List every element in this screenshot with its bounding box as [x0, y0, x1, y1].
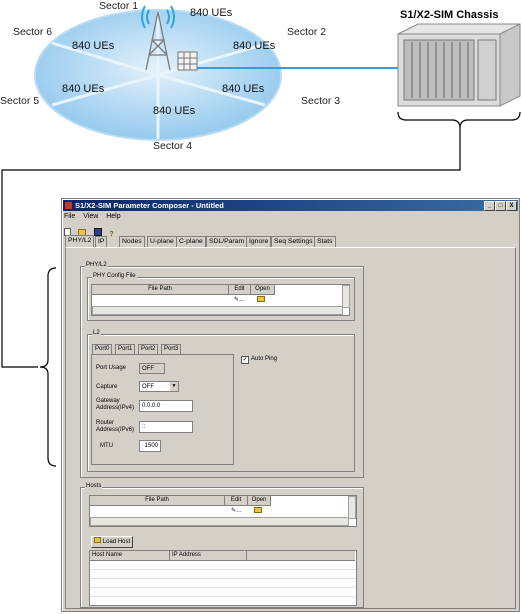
gateway-label-line2: Address(IPv4)	[96, 405, 135, 411]
hosts-table-header-host-name: Host Name	[90, 551, 170, 561]
save-disk-icon[interactable]	[93, 228, 102, 236]
ue-count-sector-1: 840 UEs	[190, 7, 233, 19]
dropdown-arrow-icon[interactable]: ▼	[170, 382, 178, 391]
tab-ip[interactable]: IP	[95, 236, 108, 247]
window-title: S1/X2-SIM Parameter Composer - Untitled	[75, 201, 224, 210]
ue-count-sector-6: 840 UEs	[72, 40, 115, 52]
phy-l2-group-title: PHY/L2	[85, 262, 108, 268]
ue-count-sector-4: 840 UEs	[153, 105, 196, 117]
title-bar[interactable]: S1/X2-SIM Parameter Composer - Untitled …	[63, 200, 518, 211]
tab-port2[interactable]: Port2	[138, 344, 159, 354]
hosts-group-title: Hosts	[85, 483, 103, 489]
sector-6-label: Sector 6	[13, 26, 53, 38]
close-button[interactable]: X	[506, 201, 517, 211]
capture-label: Capture	[96, 384, 118, 390]
l2-group: L2 Port0 Port1 Port2 Port3 Port Usage OF…	[87, 330, 355, 472]
hosts-horizontal-scrollbar[interactable]	[90, 517, 349, 526]
hosts-column-header-file-path: File Path	[90, 496, 225, 506]
sector-1-label: Sector 1	[99, 0, 139, 12]
column-header-file-path: File Path	[92, 285, 229, 295]
horizontal-scrollbar[interactable]	[92, 306, 343, 315]
edit-pencil-icon[interactable]: ✎…	[234, 296, 245, 303]
tab-port0[interactable]: Port0	[92, 344, 113, 354]
tab-ignore[interactable]: Ignore	[246, 236, 272, 247]
menu-file[interactable]: File	[64, 213, 75, 220]
port0-panel: Port Usage OFF Capture OFF ▼ Gateway Addr…	[91, 354, 234, 465]
mtu-label: MTU	[100, 443, 113, 449]
open-folder-icon[interactable]	[257, 296, 265, 302]
phy-l2-group: PHY/L2 PHY Config File File Path Edit Op…	[80, 262, 364, 478]
parameter-composer-window: S1/X2-SIM Parameter Composer - Untitled …	[61, 198, 520, 612]
hosts-group: Hosts File Path Edit Open ✎… Load Host H…	[80, 483, 364, 608]
connector-line	[1, 128, 461, 200]
cell-diagram	[1, 5, 521, 200]
hosts-table-header-ip-address: IP Address	[170, 551, 247, 561]
tab-phy-l2[interactable]: PHY/L2	[65, 235, 95, 247]
sector-5-label: Sector 5	[0, 95, 40, 107]
ue-count-sector-2: 840 UEs	[233, 40, 276, 52]
l2-group-title: L2	[92, 330, 101, 336]
tab-sdl-param[interactable]: SDL/Param	[206, 236, 248, 247]
base-station-box-icon	[177, 51, 198, 71]
load-host-label: Load Host	[102, 539, 131, 545]
tab-u-plane[interactable]: U-plane	[147, 236, 177, 247]
tab-port1[interactable]: Port1	[115, 344, 136, 354]
column-header-open: Open	[251, 285, 275, 295]
port-usage-label: Port Usage	[96, 365, 127, 371]
load-host-folder-icon	[93, 537, 101, 543]
router-label-line1: Router	[96, 420, 115, 426]
ue-count-sector-3: 840 UEs	[222, 83, 265, 95]
app-icon	[65, 202, 72, 209]
auto-ping-label: Auto Ping	[251, 356, 278, 362]
toolbar: ?	[64, 223, 119, 238]
tab-c-plane[interactable]: C-plane	[176, 236, 206, 247]
router-address-input[interactable]: ::	[139, 421, 193, 433]
router-label-line2: Address(IPv6)	[96, 427, 135, 433]
column-header-edit: Edit	[229, 285, 251, 295]
phy-l2-panel: PHY/L2 PHY Config File File Path Edit Op…	[65, 247, 516, 609]
sector-3-label: Sector 3	[301, 95, 341, 107]
capture-select-value: OFF	[142, 384, 154, 390]
hosts-table-body	[90, 561, 356, 605]
ue-count-sector-5: 840 UEs	[62, 83, 105, 95]
hosts-column-header-edit: Edit	[225, 496, 248, 506]
left-brace	[1, 200, 57, 467]
load-host-button[interactable]: Load Host	[91, 536, 133, 548]
chassis-icon	[397, 23, 521, 107]
tab-stats[interactable]: Stats	[314, 236, 336, 247]
tab-seq-settings[interactable]: Seq Settings	[271, 236, 316, 247]
sector-4-label: Sector 4	[153, 140, 193, 152]
gateway-label-line1: Gateway	[96, 398, 120, 404]
hosts-file-grid: File Path Edit Open ✎…	[89, 495, 357, 527]
sector-2-label: Sector 2	[287, 26, 327, 38]
phy-config-file-group: PHY Config File File Path Edit Open ✎…	[87, 273, 355, 321]
hosts-table-header-spacer	[247, 551, 355, 561]
menu-help[interactable]: Help	[106, 213, 120, 220]
hosts-table: Host Name IP Address	[89, 550, 357, 606]
minimize-button[interactable]: _	[484, 201, 495, 211]
phy-config-file-grid: File Path Edit Open ✎…	[91, 284, 350, 316]
hosts-edit-pencil-icon[interactable]: ✎…	[231, 507, 242, 514]
tab-port3[interactable]: Port3	[161, 344, 182, 354]
menu-bar: File View Help	[64, 212, 127, 221]
chassis-brace	[397, 111, 521, 129]
hosts-column-header-open: Open	[248, 496, 271, 506]
auto-ping-checkbox[interactable]: ✓	[241, 356, 249, 364]
phy-config-file-title: PHY Config File	[92, 273, 137, 279]
menu-view[interactable]: View	[83, 213, 98, 220]
help-icon[interactable]: ?	[109, 231, 116, 238]
tab-nodes[interactable]: Nodes	[119, 236, 145, 247]
vertical-scrollbar[interactable]	[342, 285, 350, 308]
hosts-open-folder-icon[interactable]	[254, 507, 262, 513]
gateway-address-input[interactable]: 0.0.0.0	[139, 400, 193, 412]
maximize-button[interactable]: □	[495, 201, 506, 211]
hosts-vertical-scrollbar[interactable]	[348, 496, 356, 519]
port-usage-value: OFF	[139, 363, 165, 374]
mtu-input[interactable]: 1500	[139, 440, 161, 452]
chassis-title: S1/X2-SIM Chassis	[400, 9, 499, 21]
capture-select[interactable]: OFF ▼	[139, 381, 179, 392]
